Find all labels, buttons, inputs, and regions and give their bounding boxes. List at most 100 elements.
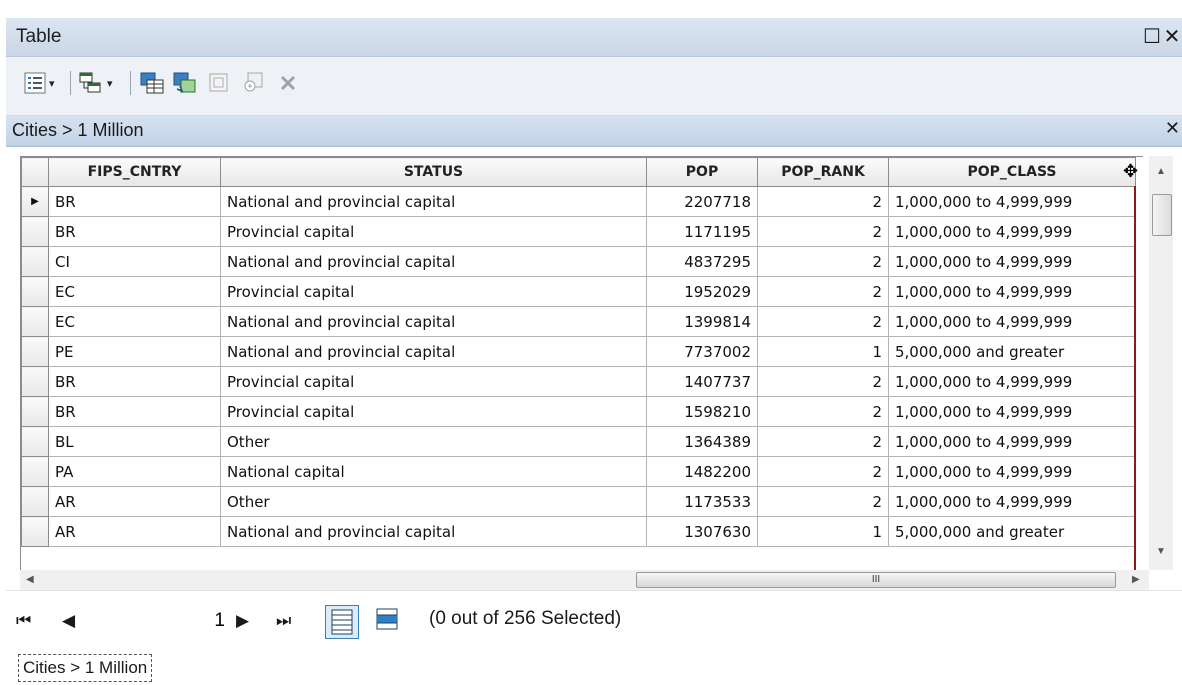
current-row-marker-icon[interactable]: ▶ xyxy=(21,186,49,217)
row-selector[interactable] xyxy=(21,246,49,277)
cell-pop-class[interactable]: 1,000,000 to 4,999,999 xyxy=(888,426,1136,457)
previous-record-icon[interactable]: ◀ xyxy=(62,611,75,631)
cell-fips[interactable]: PA xyxy=(48,456,221,487)
table-row[interactable]: CI National and provincial capital 4837295… xyxy=(21,246,1136,277)
cell-pop-rank[interactable]: 1 xyxy=(757,336,889,367)
cell-pop-rank[interactable]: 2 xyxy=(757,366,889,397)
cell-fips[interactable]: BR xyxy=(48,186,221,217)
first-record-icon[interactable]: ⏮ xyxy=(16,611,31,631)
cell-pop[interactable]: 7737002 xyxy=(646,336,758,367)
table-row[interactable]: EC National and provincial capital 1399814… xyxy=(21,306,1136,337)
cell-status[interactable]: National and provincial capital xyxy=(220,186,647,217)
show-selected-records-button[interactable] xyxy=(371,605,403,637)
scroll-up-arrow-icon[interactable]: ▲ xyxy=(1156,166,1166,177)
cell-pop-rank[interactable]: 2 xyxy=(757,486,889,517)
cell-pop-rank[interactable]: 2 xyxy=(757,306,889,337)
row-selector[interactable] xyxy=(21,366,49,397)
cell-status[interactable]: Other xyxy=(220,426,647,457)
cell-status[interactable]: National and provincial capital xyxy=(220,306,647,337)
row-selector-header[interactable] xyxy=(21,157,49,187)
cell-pop-rank[interactable]: 2 xyxy=(757,396,889,427)
cell-pop-rank[interactable]: 2 xyxy=(757,186,889,217)
switch-selection-button[interactable] xyxy=(172,71,198,95)
horizontal-scroll-thumb[interactable]: III xyxy=(636,572,1116,588)
cell-status[interactable]: Provincial capital xyxy=(220,276,647,307)
cell-fips[interactable]: CI xyxy=(48,246,221,277)
delete-selected-button[interactable] xyxy=(278,71,298,95)
cell-pop-rank[interactable]: 2 xyxy=(757,426,889,457)
table-row[interactable]: BL Other 1364389 2 1,000,000 to 4,999,999 xyxy=(21,426,1136,457)
row-selector[interactable] xyxy=(21,396,49,427)
vertical-scrollbar[interactable]: ▲ ▼ xyxy=(1149,156,1173,570)
show-all-records-button[interactable] xyxy=(325,605,359,639)
row-selector[interactable] xyxy=(21,516,49,547)
cell-pop-class[interactable]: 5,000,000 and greater xyxy=(888,516,1136,547)
cell-pop[interactable]: 1399814 xyxy=(646,306,758,337)
table-options-button[interactable]: ▾ xyxy=(24,71,55,95)
cell-pop[interactable]: 1364389 xyxy=(646,426,758,457)
cell-fips[interactable]: AR xyxy=(48,516,221,547)
cell-fips[interactable]: BR xyxy=(48,396,221,427)
cell-pop[interactable]: 1482200 xyxy=(646,456,758,487)
cell-pop-rank[interactable]: 2 xyxy=(757,216,889,247)
scroll-left-arrow-icon[interactable]: ◀ xyxy=(26,574,34,585)
cell-status[interactable]: Provincial capital xyxy=(220,366,647,397)
cell-pop-class[interactable]: 1,000,000 to 4,999,999 xyxy=(888,396,1136,427)
restore-icon[interactable]: ☐ xyxy=(1142,24,1162,49)
column-header-pop-rank[interactable]: POP_RANK xyxy=(757,157,889,187)
cell-fips[interactable]: EC xyxy=(48,276,221,307)
scroll-right-arrow-icon[interactable]: ▶ xyxy=(1132,574,1140,585)
cell-pop-class[interactable]: 5,000,000 and greater xyxy=(888,336,1136,367)
vertical-scroll-thumb[interactable] xyxy=(1152,194,1172,236)
row-selector[interactable] xyxy=(21,486,49,517)
cell-fips[interactable]: EC xyxy=(48,306,221,337)
cell-pop[interactable]: 2207718 xyxy=(646,186,758,217)
cell-status[interactable]: National and provincial capital xyxy=(220,246,647,277)
zoom-to-selected-button[interactable] xyxy=(242,71,266,95)
table-row[interactable]: BR Provincial capital 1598210 2 1,000,000 to… xyxy=(21,396,1136,427)
next-record-icon[interactable]: ▶ xyxy=(236,611,249,631)
cell-pop-class[interactable]: 1,000,000 to 4,999,999 xyxy=(888,486,1136,517)
column-header-pop[interactable]: POP xyxy=(646,157,758,187)
cell-status[interactable]: National and provincial capital xyxy=(220,336,647,367)
cell-status[interactable]: National and provincial capital xyxy=(220,516,647,547)
cell-pop-rank[interactable]: 1 xyxy=(757,516,889,547)
cell-fips[interactable]: BL xyxy=(48,426,221,457)
close-table-icon[interactable]: ✕ xyxy=(1165,118,1180,139)
clear-selection-button[interactable] xyxy=(208,71,230,95)
cell-status[interactable]: Provincial capital xyxy=(220,216,647,247)
table-row[interactable]: ▶ BR National and provincial capital 220771… xyxy=(21,186,1136,217)
cell-fips[interactable]: PE xyxy=(48,336,221,367)
cell-fips[interactable]: BR xyxy=(48,366,221,397)
row-selector[interactable] xyxy=(21,216,49,247)
cell-status[interactable]: Provincial capital xyxy=(220,396,647,427)
table-row[interactable]: PA National capital 1482200 2 1,000,000 to 4… xyxy=(21,456,1136,487)
column-header-fips-cntry[interactable]: FIPS_CNTRY xyxy=(48,157,221,187)
cell-pop-class[interactable]: 1,000,000 to 4,999,999 xyxy=(888,216,1136,247)
cell-status[interactable]: National capital xyxy=(220,456,647,487)
tab-cities-1-million[interactable]: Cities > 1 Million xyxy=(18,654,153,682)
row-selector[interactable] xyxy=(21,426,49,457)
table-row[interactable]: AR Other 1173533 2 1,000,000 to 4,999,999 xyxy=(21,486,1136,517)
cell-pop-class[interactable]: 1,000,000 to 4,999,999 xyxy=(888,276,1136,307)
cell-fips[interactable]: AR xyxy=(48,486,221,517)
column-header-status[interactable]: STATUS xyxy=(220,157,647,187)
cell-pop[interactable]: 1173533 xyxy=(646,486,758,517)
cell-pop-class[interactable]: 1,000,000 to 4,999,999 xyxy=(888,456,1136,487)
cell-pop[interactable]: 1598210 xyxy=(646,396,758,427)
cell-pop[interactable]: 1171195 xyxy=(646,216,758,247)
cell-pop[interactable]: 1307630 xyxy=(646,516,758,547)
cell-pop[interactable]: 1952029 xyxy=(646,276,758,307)
table-row[interactable]: EC Provincial capital 1952029 2 1,000,000 to… xyxy=(21,276,1136,307)
related-tables-button[interactable]: ▾ xyxy=(78,71,113,95)
cell-pop-rank[interactable]: 2 xyxy=(757,276,889,307)
cell-fips[interactable]: BR xyxy=(48,216,221,247)
cell-status[interactable]: Other xyxy=(220,486,647,517)
row-selector[interactable] xyxy=(21,276,49,307)
cell-pop[interactable]: 1407737 xyxy=(646,366,758,397)
table-row[interactable]: BR Provincial capital 1407737 2 1,000,000 to… xyxy=(21,366,1136,397)
select-by-attributes-button[interactable] xyxy=(139,71,165,95)
cell-pop-class[interactable]: 1,000,000 to 4,999,999 xyxy=(888,246,1136,277)
close-window-icon[interactable]: ✕ xyxy=(1162,24,1182,49)
table-row[interactable]: PE National and provincial capital 7737002… xyxy=(21,336,1136,367)
